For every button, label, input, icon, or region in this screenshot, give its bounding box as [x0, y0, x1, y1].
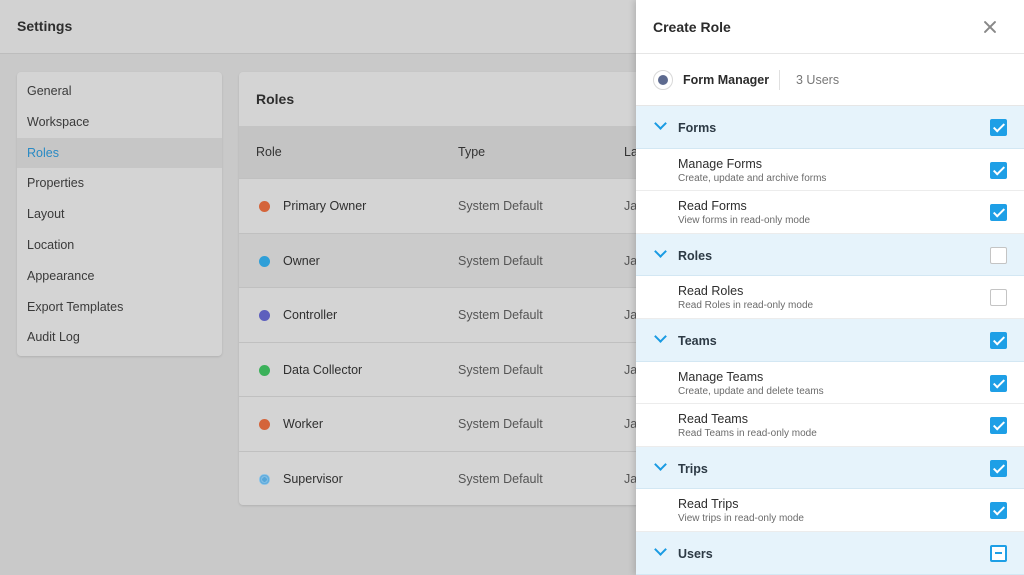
- permission-name: Read Teams: [678, 412, 748, 427]
- role-type-cell: System Default: [458, 362, 543, 377]
- role-name-cell: Controller: [283, 308, 338, 323]
- sidebar-item-properties[interactable]: Properties: [17, 168, 222, 199]
- roles-card: Roles Role Type La Primary Owner System D…: [239, 72, 659, 505]
- sidebar-item-location[interactable]: Location: [17, 230, 222, 261]
- permission-group-roles[interactable]: Roles: [636, 233, 1024, 277]
- chevron-down-icon[interactable]: [654, 244, 667, 258]
- role-color-dot: [259, 419, 270, 431]
- role-color-icon[interactable]: [653, 70, 673, 90]
- sidebar-item-workspace[interactable]: Workspace: [17, 107, 222, 138]
- table-row[interactable]: Worker System Default Ja: [239, 396, 659, 451]
- permission-description: Create, update and delete teams: [678, 385, 824, 397]
- permission-checkbox[interactable]: [990, 161, 1007, 179]
- roles-table-header: Role Type La: [239, 126, 659, 178]
- permission-item: Read Roles Read Roles in read-only mode: [636, 276, 1024, 319]
- chevron-down-icon[interactable]: [654, 543, 667, 556]
- role-color-dot: [259, 473, 270, 485]
- table-row[interactable]: Supervisor System Default Ja: [239, 450, 659, 505]
- permission-group-teams[interactable]: Teams: [636, 318, 1024, 362]
- role-type-cell: System Default: [458, 253, 543, 268]
- role-color-dot: [259, 364, 270, 376]
- permission-description: View forms in read-only mode: [678, 215, 811, 227]
- permission-checkbox[interactable]: [990, 204, 1007, 222]
- table-row[interactable]: Data Collector System Default Ja: [239, 341, 659, 397]
- table-row[interactable]: Owner System Default Ja: [239, 232, 659, 288]
- permission-checkbox[interactable]: [990, 374, 1007, 392]
- group-checkbox[interactable]: [990, 459, 1007, 477]
- permission-group-label: Users: [678, 546, 713, 561]
- group-checkbox[interactable]: [990, 246, 1007, 264]
- permission-description: View trips in read-only mode: [678, 513, 804, 525]
- create-role-drawer: Create Role Form Manager 3 Users Forms Ma…: [636, 0, 1024, 575]
- role-name[interactable]: Form Manager: [683, 73, 769, 87]
- permission-item: Manage Forms Create, update and archive f…: [636, 148, 1024, 192]
- sidebar-item-export-templates[interactable]: Export Templates: [17, 292, 222, 323]
- role-type-cell: System Default: [458, 199, 543, 213]
- permission-item: Read Trips View trips in read-only mode: [636, 489, 1024, 532]
- role-name-cell: Worker: [283, 417, 324, 432]
- permission-item: Read Forms View forms in read-only mode: [636, 191, 1024, 234]
- role-color-dot: [259, 255, 270, 267]
- permission-checkbox[interactable]: [990, 417, 1007, 435]
- roles-card-title: Roles: [256, 91, 295, 107]
- permission-group-label: Forms: [678, 121, 717, 135]
- drawer-title: Create Role: [653, 19, 731, 35]
- close-icon[interactable]: [981, 18, 999, 36]
- role-name-cell: Owner: [283, 253, 320, 268]
- role-color-dot: [259, 201, 270, 212]
- chevron-down-icon[interactable]: [654, 457, 667, 471]
- sidebar-item-roles[interactable]: Roles: [17, 137, 222, 169]
- table-row[interactable]: Controller System Default Ja: [239, 287, 659, 342]
- page-title: Settings: [17, 18, 73, 34]
- role-type-cell: System Default: [458, 471, 543, 486]
- sidebar-item-appearance[interactable]: Appearance: [17, 261, 222, 292]
- permission-name: Read Roles: [678, 284, 744, 299]
- permission-item: Manage Teams Create, update and delete te…: [636, 361, 1024, 405]
- group-checkbox[interactable]: [990, 331, 1007, 349]
- role-summary: Form Manager 3 Users: [636, 54, 1024, 106]
- role-name-cell: Data Collector: [283, 362, 363, 377]
- permission-group-trips[interactable]: Trips: [636, 446, 1024, 490]
- permission-checkbox[interactable]: [990, 502, 1007, 520]
- permission-item: Read Teams Read Teams in read-only mode: [636, 404, 1024, 447]
- role-type-cell: System Default: [458, 417, 543, 432]
- permission-checkbox[interactable]: [990, 289, 1007, 307]
- permission-group-users[interactable]: Users: [636, 531, 1024, 575]
- table-row[interactable]: Primary Owner System Default Ja: [239, 178, 659, 233]
- permission-description: Create, update and archive forms: [678, 172, 827, 184]
- group-checkbox[interactable]: [990, 544, 1007, 562]
- sidebar-item-general[interactable]: General: [17, 76, 222, 107]
- permission-name: Manage Teams: [678, 369, 764, 384]
- chevron-down-icon[interactable]: [654, 117, 667, 130]
- permission-group-label: Roles: [678, 248, 713, 263]
- column-header-role[interactable]: Role: [256, 145, 282, 159]
- permission-list: Forms Manage Forms Create, update and arch…: [636, 106, 1024, 575]
- chevron-down-icon[interactable]: [654, 330, 667, 343]
- drawer-header: Create Role: [636, 0, 1024, 54]
- group-checkbox[interactable]: [990, 119, 1007, 136]
- permission-description: Read Roles in read-only mode: [678, 300, 814, 312]
- user-count: 3 Users: [796, 73, 840, 87]
- sidebar-item-layout[interactable]: Layout: [17, 199, 222, 230]
- role-name-cell: Supervisor: [283, 471, 343, 486]
- permission-name: Read Trips: [678, 497, 739, 512]
- permission-description: Read Teams in read-only mode: [678, 428, 817, 440]
- sidebar-item-audit-log[interactable]: Audit Log: [17, 322, 222, 353]
- permission-name: Read Forms: [678, 199, 747, 214]
- permission-group-label: Teams: [678, 333, 717, 348]
- column-header-type[interactable]: Type: [458, 145, 485, 159]
- permission-group-forms[interactable]: Forms: [636, 106, 1024, 149]
- role-type-cell: System Default: [458, 308, 543, 323]
- settings-sidebar: General Workspace Roles Properties Layou…: [17, 72, 222, 356]
- permission-name: Manage Forms: [678, 156, 763, 171]
- divider: [779, 70, 780, 90]
- role-color-dot: [259, 310, 270, 322]
- permission-group-label: Trips: [678, 461, 708, 476]
- role-name-cell: Primary Owner: [283, 199, 367, 213]
